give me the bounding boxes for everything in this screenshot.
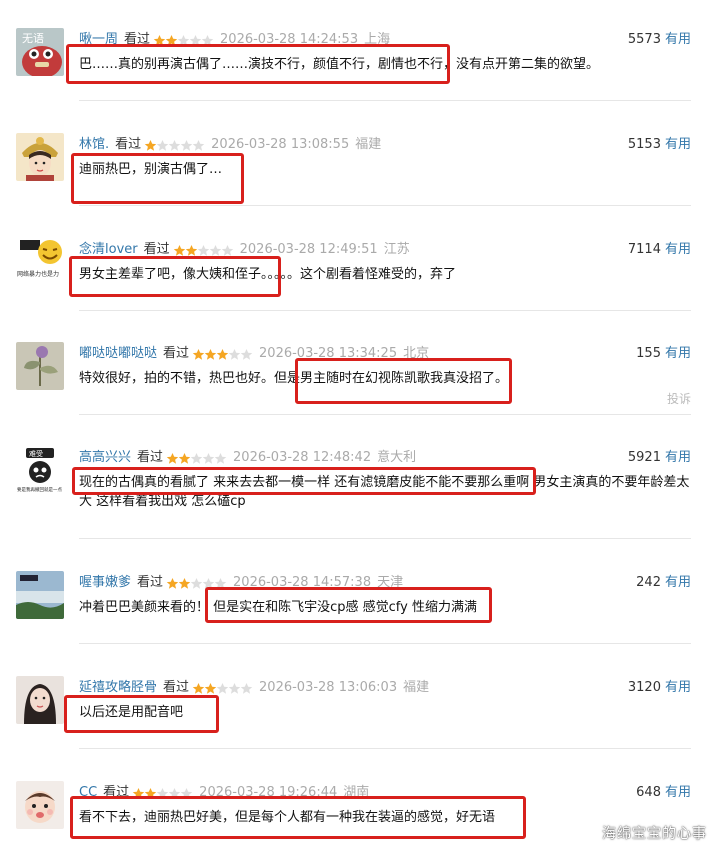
avatar[interactable] (16, 342, 64, 390)
star-icon (240, 348, 253, 360)
username-link[interactable]: 林馆. (79, 136, 109, 154)
useful-button[interactable]: 有用 (665, 680, 691, 695)
divider (79, 205, 691, 206)
comment-location: 福建 (403, 680, 430, 695)
useful-button[interactable]: 有用 (665, 137, 691, 152)
rating-stars (192, 348, 253, 361)
divider (79, 538, 691, 539)
rating-stars (166, 452, 227, 465)
star-icon (240, 682, 253, 694)
vote-count: 5921 (627, 450, 661, 465)
watermark: 海绵宝宝的心事 (602, 826, 707, 842)
comment-date: 2026-03-28 13:06:03 (259, 680, 398, 695)
watch-status: 看过 (163, 346, 190, 361)
highlight-box (70, 796, 526, 839)
comment-location: 江苏 (383, 242, 410, 257)
star-icon (214, 452, 227, 464)
divider (79, 748, 691, 749)
username-link[interactable]: 嘟哒哒嘟哒哒 (79, 345, 157, 363)
vote-area: 5153 有用 (628, 136, 691, 154)
vote-area: 5573 有用 (628, 31, 691, 49)
comment-location: 福建 (355, 137, 382, 152)
avatar[interactable] (16, 571, 64, 619)
vote-area: 648 有用 (636, 784, 691, 802)
avatar[interactable] (16, 781, 64, 829)
comment-location: 意大利 (377, 450, 417, 465)
useful-button[interactable]: 有用 (665, 450, 691, 465)
useful-button[interactable]: 有用 (665, 32, 691, 47)
highlight-box (72, 467, 536, 495)
avatar[interactable]: 网络暴力也是力 (16, 238, 64, 286)
divider (79, 100, 691, 101)
vote-count: 5153 (627, 137, 661, 152)
rating-stars (173, 244, 233, 257)
comment-date: 2026-03-28 12:48:42 (233, 450, 372, 465)
highlight-box (71, 153, 244, 204)
divider (79, 310, 691, 311)
comment-meta: 林馆. 看过 2026-03-28 13:08:55 福建 (79, 136, 381, 154)
highlight-box (69, 256, 281, 297)
avatar[interactable] (16, 133, 64, 181)
rating-stars (192, 682, 253, 695)
avatar-label: 无语 (22, 32, 44, 45)
avatar-caption: 要是我再撤回就是一点 (17, 486, 62, 493)
comment-meta: 高高兴兴 看过 2026-03-28 12:48:42 意大利 (79, 449, 416, 467)
vote-area: 3120 有用 (628, 679, 691, 697)
vote-count: 5573 (627, 32, 661, 47)
highlight-box (64, 695, 219, 733)
useful-button[interactable]: 有用 (665, 785, 691, 800)
report-link[interactable]: 投诉 (667, 390, 691, 407)
avatar[interactable]: 无语 (16, 28, 64, 76)
vote-area: 5921 有用 (628, 449, 691, 467)
vote-count: 155 (636, 346, 661, 361)
username-link[interactable]: 喔事嫩爹 (79, 574, 131, 592)
watch-status: 看过 (115, 137, 142, 152)
avatar[interactable]: 难受 要是我再撤回就是一点 (16, 446, 64, 494)
useful-button[interactable]: 有用 (665, 575, 691, 590)
highlight-box (205, 587, 492, 623)
star-icon (221, 244, 233, 256)
vote-count: 242 (636, 575, 661, 590)
highlight-box (295, 358, 512, 404)
vote-count: 7114 (627, 242, 661, 257)
avatar-label: 网络暴力也是力 (17, 270, 59, 278)
divider (79, 643, 691, 644)
watch-status: 看过 (137, 575, 164, 590)
useful-button[interactable]: 有用 (665, 346, 691, 361)
vote-area: 7114 有用 (628, 241, 691, 259)
avatar-label: 难受 (29, 449, 43, 458)
rating-stars (144, 139, 205, 152)
comment-date: 2026-03-28 13:08:55 (211, 137, 350, 152)
vote-count: 3120 (627, 680, 661, 695)
divider (79, 414, 691, 415)
highlight-box (66, 44, 450, 84)
vote-area: 242 有用 (636, 574, 691, 592)
vote-area: 155 有用 (636, 345, 691, 363)
avatar[interactable] (16, 676, 64, 724)
star-icon (192, 139, 205, 151)
username-link[interactable]: 高高兴兴 (79, 449, 131, 467)
vote-count: 648 (636, 785, 661, 800)
watch-status: 看过 (137, 450, 164, 465)
useful-button[interactable]: 有用 (665, 242, 691, 257)
